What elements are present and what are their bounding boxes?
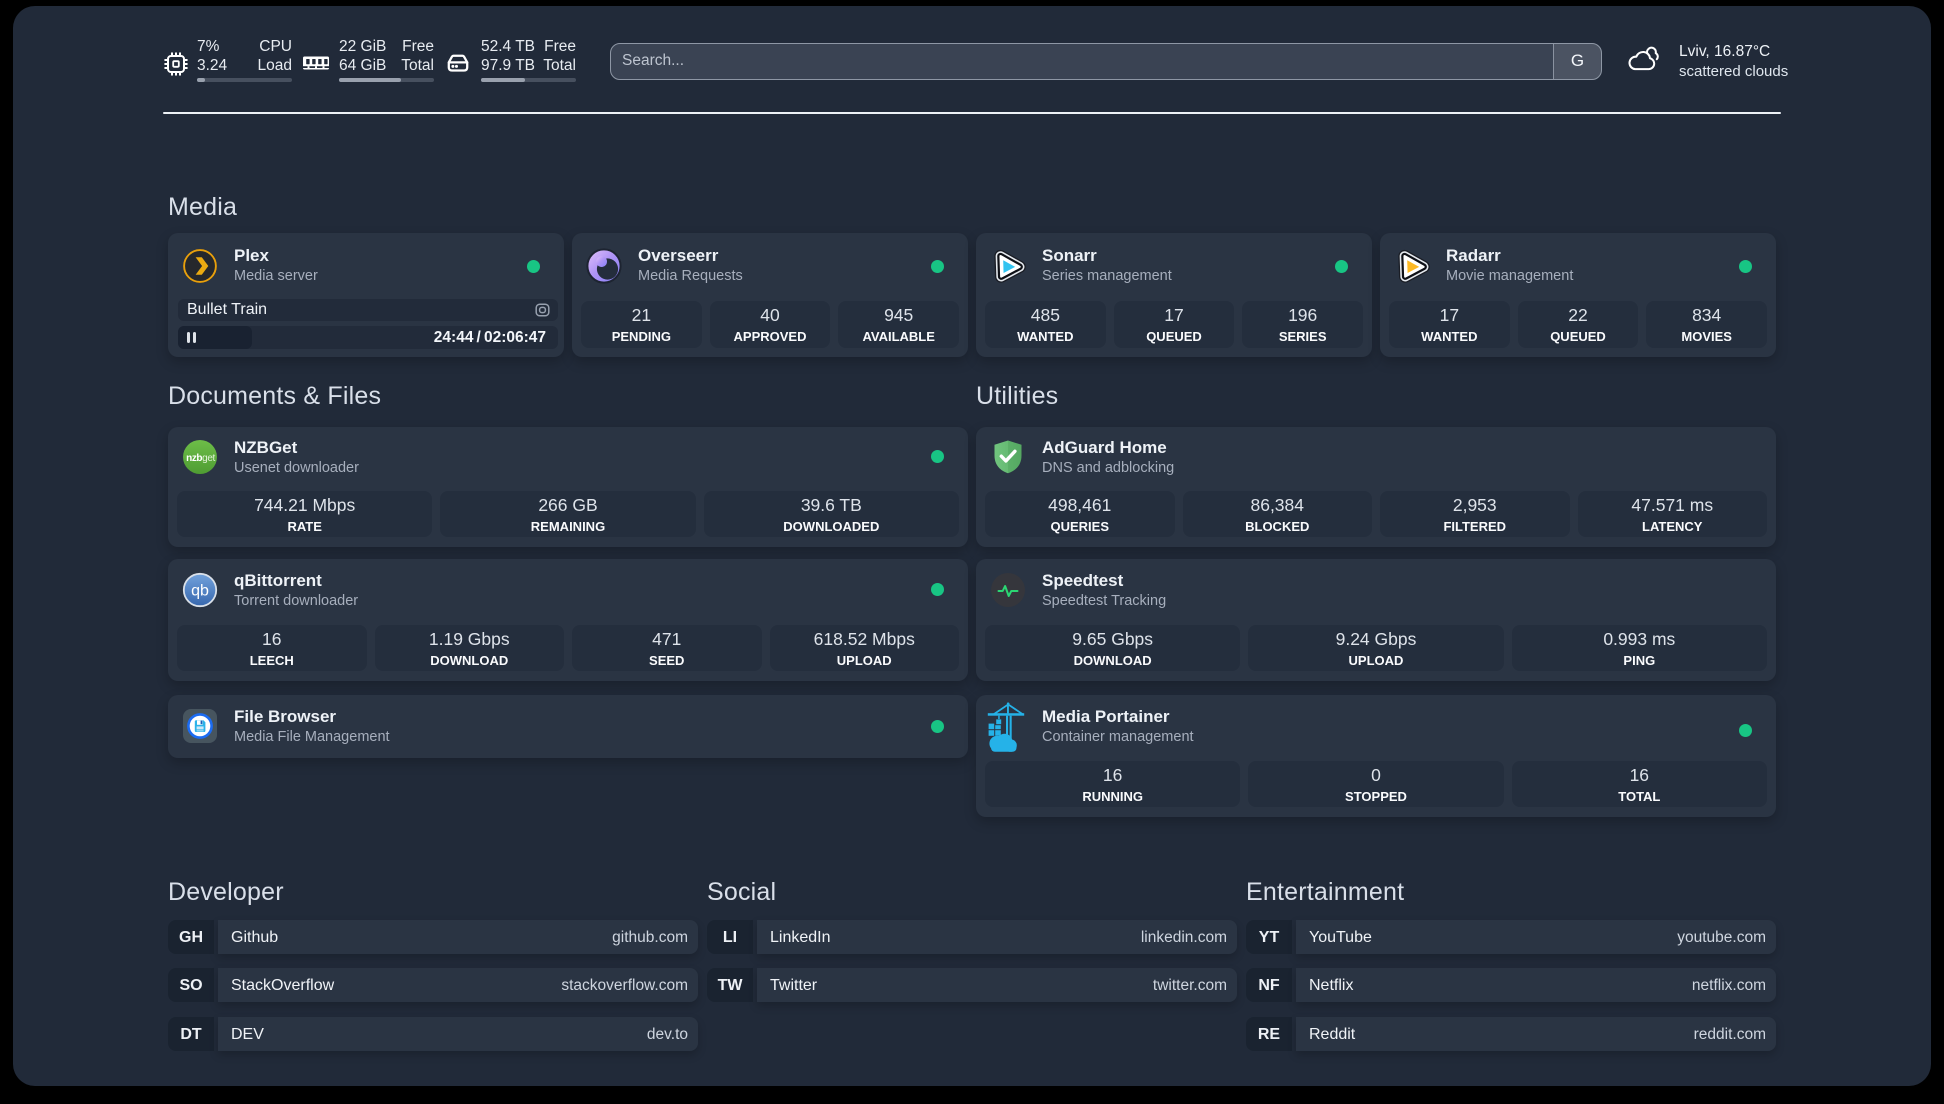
svg-text:nzbget: nzbget: [186, 453, 215, 464]
svg-text:qb: qb: [191, 583, 209, 600]
